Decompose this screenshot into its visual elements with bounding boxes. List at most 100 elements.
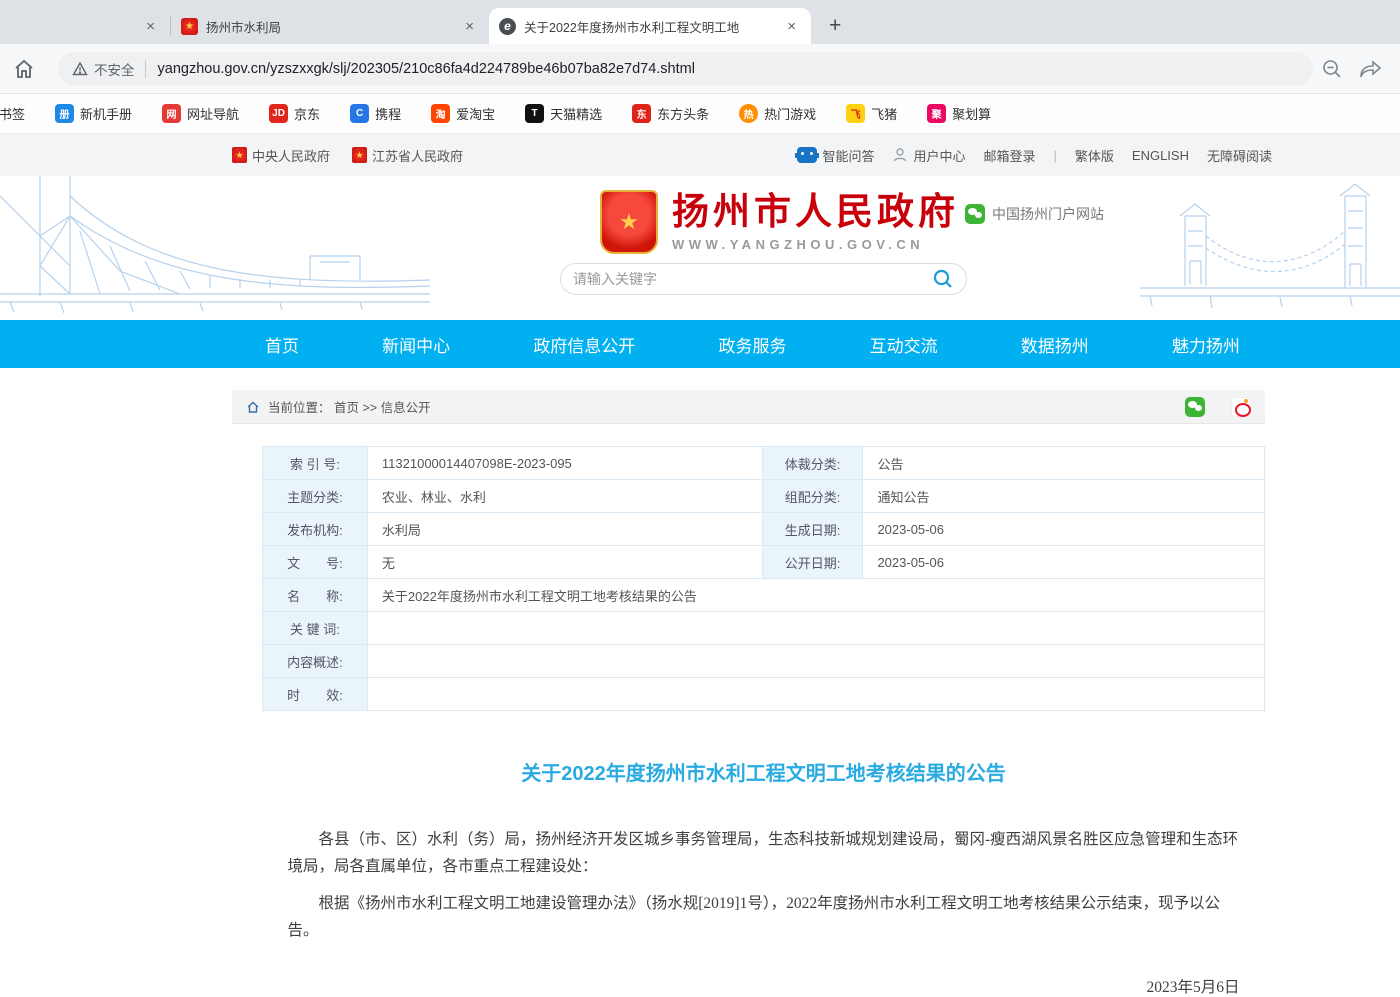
close-icon[interactable]: × [141,18,160,35]
search-icon[interactable] [932,268,954,290]
portal-link[interactable]: 中国扬州门户网站 [965,204,1104,224]
url-text[interactable]: yangzhou.gov.cn/yzszxxgk/slj/202305/210c… [158,61,695,77]
bookmark-item[interactable]: C 携程 [350,104,401,123]
bookmark-favicon-icon: 飞 [846,104,865,123]
bookmark-item[interactable]: 聚聚划算 [927,104,991,123]
bookmark-label: 新机手册 [80,104,132,123]
bookmark-item[interactable]: T天猫精选 [525,104,602,123]
bookmark-item[interactable]: 东东方头条 [632,104,709,123]
tab-shuiliju[interactable]: ★ 扬州市水利局 × [171,8,489,44]
site-search-box[interactable] [560,263,967,295]
nav-item-data[interactable]: 数据扬州 [1021,332,1089,357]
nav-item-services[interactable]: 政务服务 [718,332,786,357]
article-date: 2023年5月6日 [288,975,1240,997]
nav-item-news[interactable]: 新闻中心 [382,332,450,357]
bookmark-favicon-icon: 网 [162,104,181,123]
table-row: 时 效: [263,678,1265,711]
bookmark-item[interactable]: 热热门游戏 [739,104,816,123]
page-content: 当前位置： 首页 >> 信息公开 索 引 号: 1132100001440709… [232,390,1265,997]
table-row: 发布机构: 水利局 生成日期: 2023-05-06 [263,513,1265,546]
table-row: 名 称: 关于2022年度扬州市水利工程文明工地考核结果的公告 [263,579,1265,612]
omnibox-divider [145,60,146,78]
meta-value: 通知公告 [863,480,1265,513]
browser-tab-bar: × ★ 扬州市水利局 × e 关于2022年度扬州市水利工程文明工地 × + [0,0,1400,44]
bookmark-item[interactable]: JD 京东 [269,104,320,123]
security-status-label[interactable]: 不安全 [94,59,135,79]
bridge-sketch-left [0,176,430,320]
nav-item-home[interactable]: 首页 [265,332,299,357]
search-input[interactable] [573,271,932,287]
home-icon[interactable] [12,57,38,81]
bookmark-label: 携程 [375,104,401,123]
meta-value: 公告 [863,447,1265,480]
meta-label: 内容概述: [263,645,368,678]
bookmark-item[interactable]: 机书签 [0,104,25,123]
close-icon[interactable]: × [782,18,801,35]
bookmark-label: 机书签 [0,104,25,123]
link-jiangsu-gov[interactable]: ★ 江苏省人民政府 [352,146,463,165]
smart-qa-link[interactable]: 智能问答 [797,146,874,165]
bookmark-item[interactable]: 网网址导航 [162,104,239,123]
person-icon [892,147,908,163]
table-row: 文 号: 无 公开日期: 2023-05-06 [263,546,1265,579]
bookmark-label: 网址导航 [187,104,239,123]
bookmark-item[interactable]: 淘爱淘宝 [431,104,495,123]
bookmark-favicon-icon: 热 [739,104,758,123]
bookmark-favicon-icon: JD [269,104,288,123]
user-center-link[interactable]: 用户中心 [892,146,965,165]
breadcrumb-link-section[interactable]: 信息公开 [381,401,431,415]
share-wechat-icon[interactable] [1185,397,1205,417]
table-row: 内容概述: [263,645,1265,678]
bookmark-favicon-icon: 淘 [431,104,450,123]
share-weibo-icon[interactable] [1231,397,1251,417]
smart-qa-label: 智能问答 [822,146,874,165]
bookmark-item[interactable]: 飞飞猪 [846,104,897,123]
breadcrumb-home-icon[interactable] [246,400,260,414]
announcement-article: 关于2022年度扬州市水利工程文明工地考核结果的公告 各县（市、区）水利（务）局… [262,757,1265,997]
accessibility-link[interactable]: 无障碍阅读 [1207,146,1272,165]
close-icon[interactable]: × [460,18,479,35]
gov-link-label: 中央人民政府 [252,146,330,165]
gov-emblem-favicon-icon: ★ [181,18,198,35]
meta-label: 时 效: [263,678,368,711]
nav-item-info-disclosure[interactable]: 政府信息公开 [533,332,635,357]
bookmark-favicon-icon: C [350,104,369,123]
tab-announcement-active[interactable]: e 关于2022年度扬州市水利工程文明工地 × [489,8,811,44]
main-navigation: 首页 新闻中心 政府信息公开 政务服务 互动交流 数据扬州 魅力扬州 [0,320,1400,368]
zoom-out-icon[interactable] [1321,58,1343,80]
nav-item-interaction[interactable]: 互动交流 [870,332,938,357]
site-logo[interactable]: ★ 扬州市人民政府 WWW.YANGZHOU.GOV.CN [600,190,959,254]
site-banner: ★ 扬州市人民政府 WWW.YANGZHOU.GOV.CN 中国扬州门户网站 [0,176,1400,320]
url-address-bar[interactable]: 不安全 yangzhou.gov.cn/yzszxxgk/slj/202305/… [58,52,1313,86]
site-name: 扬州市人民政府 [672,192,959,233]
meta-label: 组配分类: [762,480,863,513]
bookmark-item[interactable]: 册新机手册 [55,104,132,123]
browser-toolbar: 不安全 yangzhou.gov.cn/yzszxxgk/slj/202305/… [0,44,1400,94]
new-tab-button[interactable]: + [819,14,851,38]
meta-label: 公开日期: [762,546,863,579]
share-icon[interactable] [1359,58,1383,80]
meta-label: 发布机构: [263,513,368,546]
article-paragraph: 根据《扬州市水利工程文明工地建设管理办法》（扬水规[2019]1号），2022年… [288,890,1240,944]
meta-value: 无 [367,546,762,579]
not-secure-warning-icon [72,61,88,77]
nav-item-charm[interactable]: 魅力扬州 [1172,332,1240,357]
traditional-link[interactable]: 繁体版 [1075,146,1114,165]
mail-login-link[interactable]: 邮箱登录 [983,146,1035,165]
article-title: 关于2022年度扬州市水利工程文明工地考核结果的公告 [262,757,1265,786]
site-favicon-icon: e [499,18,516,35]
bookmark-label: 聚划算 [952,104,991,123]
bookmark-label: 京东 [294,104,320,123]
breadcrumb-link-home[interactable]: 首页 [334,401,359,415]
tab-title: 关于2022年度扬州市水利工程文明工地 [524,17,774,36]
gov-link-label: 江苏省人民政府 [372,146,463,165]
english-link[interactable]: ENGLISH [1132,148,1189,163]
meta-value [367,678,1264,711]
link-central-gov[interactable]: ★ 中央人民政府 [232,146,330,165]
bookmark-label: 天猫精选 [550,104,602,123]
gov-emblem-icon: ★ [232,147,247,163]
bookmark-label: 飞猪 [871,104,897,123]
robot-icon [797,147,817,163]
tab-partial[interactable]: × [0,8,170,44]
meta-label: 关 键 词: [263,612,368,645]
